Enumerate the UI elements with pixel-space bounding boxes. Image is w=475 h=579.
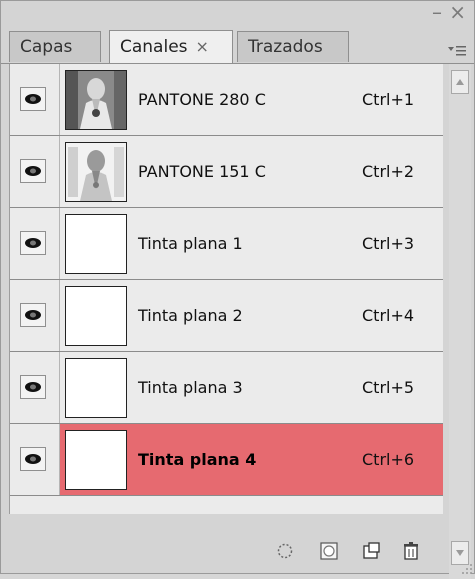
panel-title-bar: – × [1,1,474,25]
tab-label: Trazados [248,37,323,57]
channel-shortcut: Ctrl+3 [362,234,415,253]
channel-thumbnail [65,70,127,130]
channel-row[interactable]: PANTONE 280 C Ctrl+1 [10,64,443,136]
visibility-cell [10,352,60,423]
close-panel-button[interactable]: × [449,1,466,23]
tab-bar: Capas Canales × Trazados [1,25,474,64]
channel-thumbnail [65,358,127,418]
tab-capas[interactable]: Capas [9,31,101,62]
eye-icon[interactable] [20,87,46,111]
channel-row[interactable]: Tinta plana 3 Ctrl+5 [10,352,443,424]
channel-thumbnail [65,214,127,274]
channels-panel: – × Capas Canales × Trazados PANTONE 280… [0,0,475,579]
tab-label: Canales [120,37,188,57]
channel-name: Tinta plana 4 [138,450,257,469]
eye-icon[interactable] [20,447,46,471]
visibility-cell [10,424,60,495]
vertical-scrollbar[interactable] [449,64,471,579]
channel-shortcut: Ctrl+1 [362,90,415,109]
tab-trazados[interactable]: Trazados [237,31,349,62]
channel-row[interactable]: PANTONE 151 C Ctrl+2 [10,136,443,208]
eye-icon[interactable] [20,159,46,183]
channel-shortcut: Ctrl+2 [362,162,415,181]
eye-icon[interactable] [20,231,46,255]
channel-name: PANTONE 151 C [138,162,266,181]
scroll-up-button[interactable] [451,70,469,94]
tab-close-icon[interactable]: × [196,37,209,56]
new-channel-icon[interactable] [361,541,381,561]
channel-shortcut: Ctrl+6 [362,450,415,469]
channel-row[interactable]: Tinta plana 2 Ctrl+4 [10,280,443,352]
visibility-cell [10,64,60,135]
channel-shortcut: Ctrl+5 [362,378,415,397]
channel-thumbnail [65,286,127,346]
visibility-cell [10,136,60,207]
channel-row-selected[interactable]: Tinta plana 4 Ctrl+6 [10,424,443,496]
tab-canales[interactable]: Canales × [109,30,233,63]
eye-icon[interactable] [20,303,46,327]
channel-list: PANTONE 280 C Ctrl+1 PANTONE 151 C Ctrl+… [9,64,443,514]
resize-grip-icon[interactable] [461,560,473,574]
save-selection-as-channel-icon[interactable] [319,541,339,561]
load-channel-as-selection-icon[interactable] [275,541,295,561]
visibility-cell [10,280,60,351]
channel-thumbnail [65,430,127,490]
trash-icon[interactable] [401,541,421,561]
visibility-cell [10,208,60,279]
channel-thumbnail [65,142,127,202]
channel-name: Tinta plana 3 [138,378,243,397]
minimize-button[interactable]: – [432,1,442,23]
tab-label: Capas [20,37,73,57]
channel-name: Tinta plana 1 [138,234,243,253]
channel-name: PANTONE 280 C [138,90,266,109]
eye-icon[interactable] [20,375,46,399]
channel-shortcut: Ctrl+4 [362,306,415,325]
bottom-toolbar [1,527,475,575]
panel-menu-icon[interactable] [448,43,466,61]
channel-row[interactable]: Tinta plana 1 Ctrl+3 [10,208,443,280]
channel-name: Tinta plana 2 [138,306,243,325]
